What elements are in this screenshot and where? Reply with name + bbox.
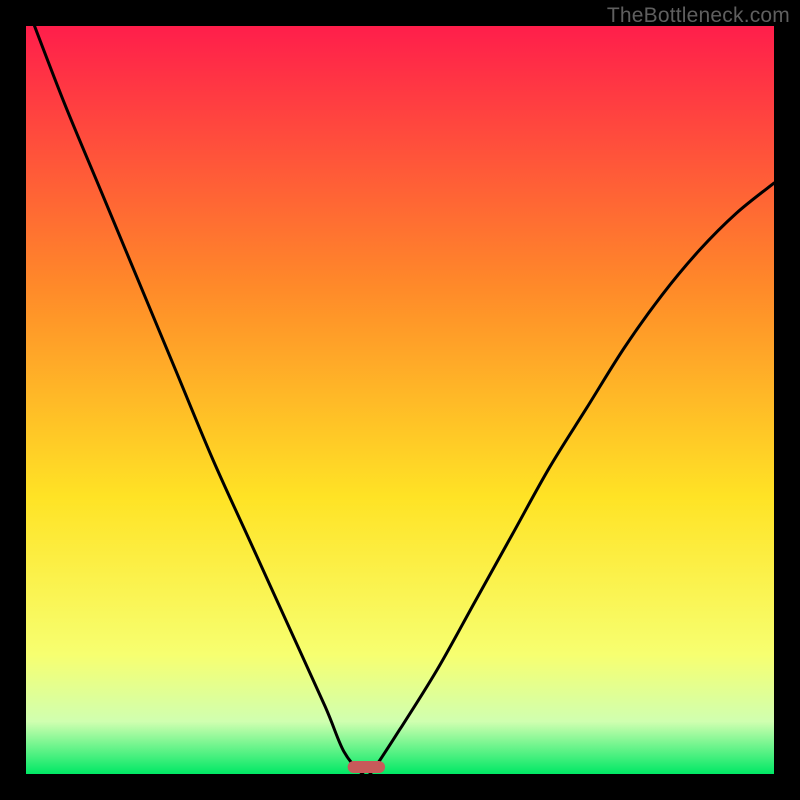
plot-area <box>26 26 774 774</box>
chart-svg <box>26 26 774 774</box>
minimum-marker <box>348 761 385 773</box>
gradient-background <box>26 26 774 774</box>
chart-frame: TheBottleneck.com <box>0 0 800 800</box>
watermark-text: TheBottleneck.com <box>607 4 790 28</box>
